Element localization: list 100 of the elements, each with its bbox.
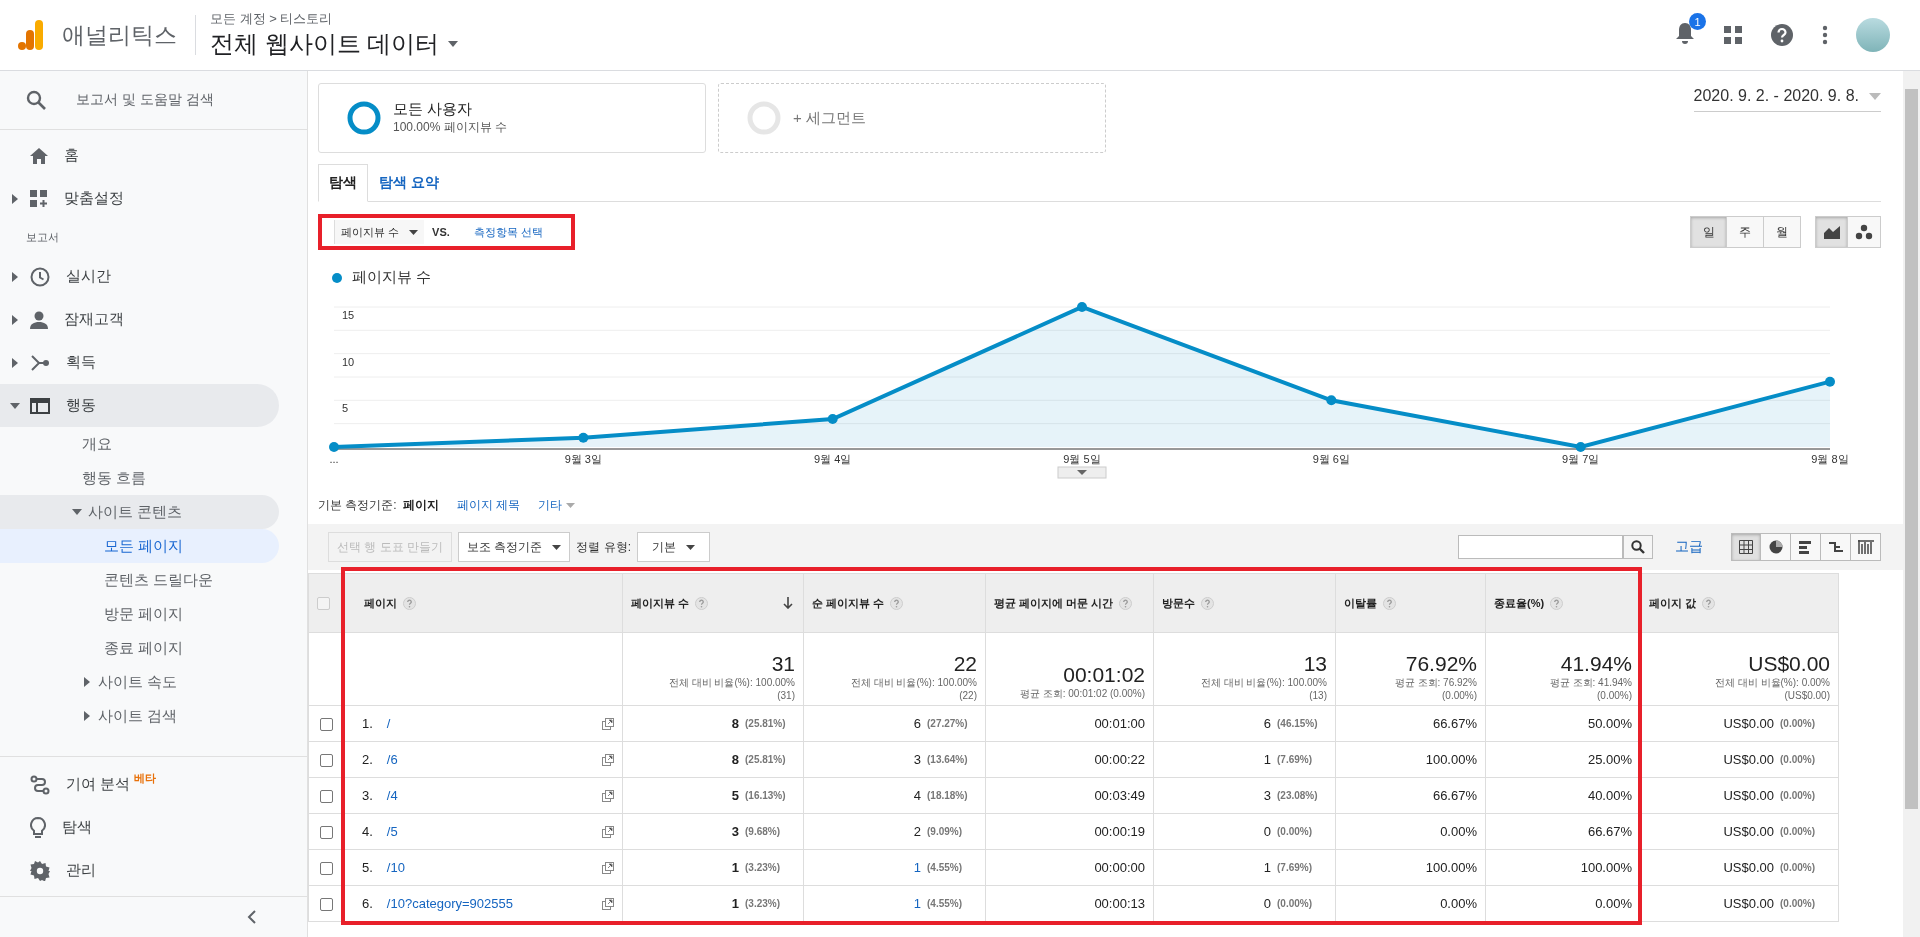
granularity-button[interactable]: 월 <box>1764 216 1801 248</box>
row-checkbox[interactable] <box>319 862 333 876</box>
row-number: 3. <box>362 788 373 803</box>
page-link[interactable]: /6 <box>386 752 398 767</box>
data-point <box>1575 442 1586 452</box>
secondary-dimension-dropdown[interactable]: 보조 측정기준 <box>458 532 571 562</box>
nav-item[interactable]: 관리 <box>0 849 279 892</box>
search-button[interactable] <box>1623 535 1653 559</box>
advanced-link[interactable]: 고급 <box>1669 537 1709 557</box>
open-link-icon[interactable] <box>602 753 614 766</box>
segment-card[interactable]: + 세그먼트 <box>718 83 1106 153</box>
scrollbar[interactable] <box>1903 71 1920 937</box>
value-link[interactable]: 1 <box>913 896 921 911</box>
nav-item[interactable]: 잠재고객 <box>0 298 279 341</box>
table-cell: 0 <box>1263 896 1271 911</box>
granularity-button[interactable]: 주 <box>1727 216 1764 248</box>
nav-item[interactable]: 맞춤설정 <box>0 177 279 220</box>
nav-subitem[interactable]: 개요 <box>0 427 279 461</box>
page-link[interactable]: /4 <box>386 788 398 803</box>
column-header[interactable]: 이탈률 <box>1344 595 1377 611</box>
nav-subitem[interactable]: 방문 페이지 <box>0 597 279 631</box>
open-link-icon[interactable] <box>602 861 614 874</box>
metric-dropdown[interactable]: 페이지뷰 수 <box>334 220 425 244</box>
row-checkbox[interactable] <box>319 898 333 912</box>
page-link[interactable]: /10?category=902555 <box>386 896 513 911</box>
compare-view-button[interactable] <box>1821 533 1851 561</box>
nav-subitem[interactable]: 콘텐츠 드릴다운 <box>0 563 279 597</box>
column-header[interactable]: 페이지 <box>364 595 397 611</box>
page-link[interactable]: / <box>386 716 391 731</box>
nav-subitem[interactable]: 행동 흐름 <box>0 461 279 495</box>
percent-share: (23.08%) <box>1277 790 1319 801</box>
segment-card[interactable]: 모든 사용자 100.00% 페이지뷰 수 <box>318 83 706 153</box>
nav-subitem[interactable]: 사이트 검색 <box>0 699 279 733</box>
open-link-icon[interactable] <box>602 717 614 730</box>
nav-item[interactable]: 홈 <box>0 134 279 177</box>
expand-arrow-icon[interactable] <box>72 507 82 517</box>
percent-share: (0.00%) <box>1780 826 1816 837</box>
column-header[interactable]: 방문수 <box>1162 595 1195 611</box>
page-link[interactable]: /10 <box>386 860 405 875</box>
nav-subitem[interactable]: 사이트 속도 <box>0 665 279 699</box>
nav-subitem[interactable]: 사이트 콘텐츠 <box>0 495 279 529</box>
granularity-button[interactable]: 일 <box>1690 216 1727 248</box>
table-view-button[interactable] <box>1731 533 1761 561</box>
bell-icon[interactable] <box>1674 21 1696 45</box>
sort-arrow-icon[interactable] <box>783 597 793 609</box>
tab[interactable]: 탐색 요약 <box>368 164 450 202</box>
tab[interactable]: 탐색 <box>318 164 368 202</box>
nav-item[interactable]: 기여 분석 베타 <box>0 763 279 806</box>
expand-arrow-icon[interactable] <box>10 271 20 282</box>
open-link-icon[interactable] <box>602 897 614 910</box>
date-range-picker[interactable]: 2020. 9. 2. - 2020. 9. 8. <box>1693 85 1881 112</box>
expand-arrow-icon[interactable] <box>12 193 18 204</box>
expand-arrow-icon[interactable] <box>82 677 92 687</box>
expand-arrow-icon[interactable] <box>10 314 20 325</box>
table-cell: 00:00:13 <box>1094 896 1145 911</box>
bar-view-button[interactable] <box>1791 533 1821 561</box>
dimension-option[interactable]: 기타 <box>538 497 575 514</box>
nav-subitem[interactable]: 모든 페이지 <box>0 529 279 563</box>
nav-item[interactable]: 실시간 <box>0 255 279 298</box>
column-header[interactable]: 순 페이지뷰 수 <box>812 595 885 611</box>
column-header[interactable]: 페이지 값 <box>1649 595 1697 611</box>
expand-arrow-icon[interactable] <box>82 711 92 721</box>
apps-icon[interactable] <box>1724 26 1742 44</box>
scatter-chart-button[interactable] <box>1848 216 1881 248</box>
nav-subitem[interactable]: 종료 페이지 <box>0 631 279 665</box>
row-number: 4. <box>362 824 373 839</box>
sort-type-dropdown[interactable]: 기본 <box>637 532 711 562</box>
pivot-view-button[interactable] <box>1851 533 1881 561</box>
chart-expand-handle[interactable] <box>1057 466 1107 479</box>
help-icon[interactable] <box>1770 23 1794 47</box>
value-link[interactable]: 1 <box>913 860 921 875</box>
row-checkbox[interactable] <box>319 826 333 840</box>
view-selector[interactable]: 전체 웹사이트 데이터 <box>210 28 460 60</box>
dimension-option[interactable]: 페이지 제목 <box>456 497 520 514</box>
column-header[interactable]: 종료율(%) <box>1494 595 1545 611</box>
pie-view-button[interactable] <box>1761 533 1791 561</box>
nav-item[interactable]: 행동 <box>0 384 279 427</box>
line-chart-button[interactable] <box>1815 216 1848 248</box>
nav-item[interactable]: 획득 <box>0 341 279 384</box>
open-link-icon[interactable] <box>602 825 614 838</box>
expand-arrow-icon[interactable] <box>10 400 20 411</box>
table-cell: 8 <box>731 752 739 767</box>
column-header[interactable]: 평균 페이지에 머문 시간 <box>994 595 1114 611</box>
dimension-option[interactable]: 페이지 <box>402 497 439 514</box>
row-checkbox[interactable] <box>319 754 333 768</box>
column-header[interactable]: 페이지뷰 수 <box>631 595 690 611</box>
metric-select-link[interactable]: 측정항목 선택 <box>467 223 549 241</box>
breadcrumb[interactable]: 모든 계정 > 티스토리 <box>210 10 460 28</box>
page-link[interactable]: /5 <box>386 824 398 839</box>
report-search[interactable]: 보고서 및 도움말 검색 <box>0 71 307 130</box>
more-icon[interactable] <box>1822 25 1828 45</box>
data-point <box>827 414 838 424</box>
total-note: 전체 대비 비율(%): 100.00% <box>667 676 795 690</box>
expand-arrow-icon[interactable] <box>10 357 20 368</box>
table-search-field[interactable] <box>1458 535 1623 559</box>
collapse-icon[interactable] <box>247 910 257 924</box>
row-checkbox[interactable] <box>319 790 333 804</box>
open-link-icon[interactable] <box>602 789 614 802</box>
row-checkbox[interactable] <box>319 718 333 732</box>
nav-item[interactable]: 탐색 <box>0 806 279 849</box>
